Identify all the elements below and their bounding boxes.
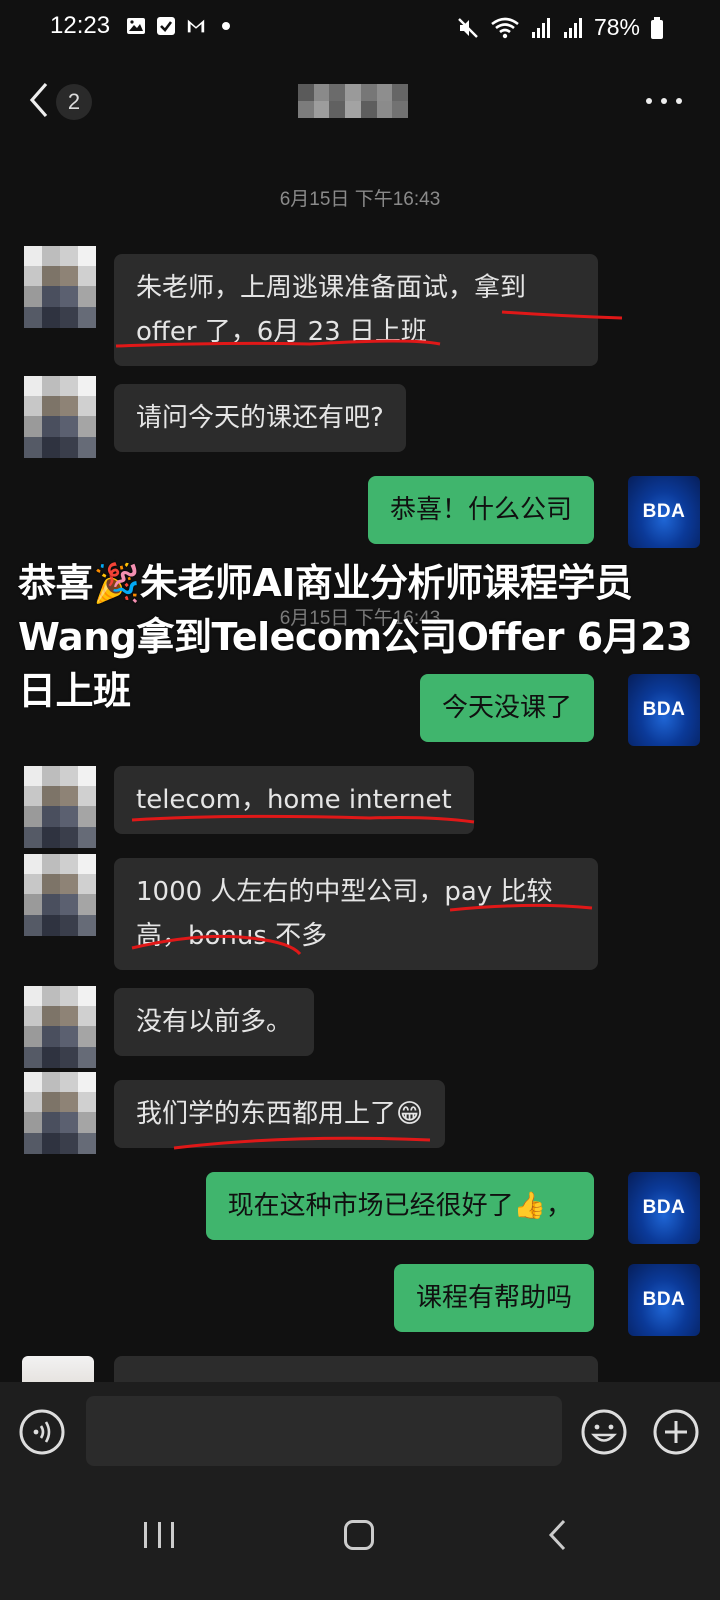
outgoing-message[interactable]: 恭喜！什么公司	[367, 476, 594, 544]
contact-avatar[interactable]	[24, 246, 96, 328]
chat-title-pixelated	[298, 84, 408, 118]
bda-avatar[interactable]: BDA	[628, 1264, 700, 1336]
incoming-message[interactable]: 朱老师，上周逃课准备面试，拿到 offer 了，6月 23 日上班	[114, 254, 598, 366]
status-time: 12:23	[50, 12, 111, 39]
overlay-caption-line: 日上班	[18, 669, 131, 713]
incoming-message[interactable]: telecom，home internet	[114, 766, 474, 834]
incoming-message[interactable]: 我们学的东西都用上了😁	[114, 1080, 446, 1148]
incoming-message[interactable]: 请问今天的课还有吧?	[114, 384, 406, 452]
battery-percent: 78%	[593, 14, 640, 40]
signal-icon	[531, 17, 550, 38]
contact-avatar[interactable]	[24, 854, 96, 936]
message-input[interactable]	[86, 1396, 562, 1466]
gmail-icon	[187, 19, 205, 33]
overlay-caption-line: Wang拿到Telecom公司Offer 6月23	[18, 615, 693, 659]
message-line: offer 了，6月 23 日上班	[136, 317, 427, 347]
more-options-icon[interactable]	[646, 98, 682, 108]
signal-icon	[563, 17, 582, 38]
system-nav-bar	[0, 1480, 720, 1600]
contact-avatar[interactable]	[24, 1072, 96, 1154]
battery-icon	[651, 16, 663, 39]
incoming-message[interactable]: 1000 人左右的中型公司，pay 比较 高，bonus 不多	[114, 858, 598, 970]
overlay-caption-line: 恭喜🎉朱老师AI商业分析师课程学员	[18, 561, 633, 605]
bda-avatar[interactable]: BDA	[628, 1172, 700, 1244]
chat-header: 2	[0, 70, 720, 134]
outgoing-message[interactable]: 现在这种市场已经很好了👍，	[205, 1172, 594, 1240]
emoji-icon[interactable]	[580, 1408, 628, 1456]
status-right: 78%	[456, 14, 664, 41]
status-left-icons	[126, 16, 236, 36]
back-arrow-icon[interactable]	[26, 80, 52, 120]
dot-icon	[222, 22, 230, 30]
status-bar: 12:23 78%	[0, 0, 720, 58]
incoming-message-partial[interactable]	[114, 1356, 598, 1382]
voice-input-icon[interactable]	[18, 1408, 66, 1456]
wifi-icon	[491, 17, 519, 38]
bda-avatar[interactable]: BDA	[628, 476, 700, 548]
incoming-message[interactable]: 没有以前多。	[114, 988, 315, 1056]
nav-back-icon[interactable]	[546, 1518, 570, 1552]
unread-count-badge[interactable]: 2	[56, 84, 92, 120]
overlay-caption: 恭喜🎉朱老师AI商业分析师课程学员 Wang拿到Telecom公司Offer 6…	[18, 556, 708, 718]
contact-avatar[interactable]	[24, 376, 96, 458]
contact-avatar[interactable]	[24, 766, 96, 848]
message-line: 朱老师，上周逃课准备面试，拿到	[136, 273, 527, 303]
contact-avatar[interactable]	[24, 986, 96, 1068]
plus-icon[interactable]	[652, 1408, 700, 1456]
outgoing-message[interactable]: 课程有帮助吗	[393, 1264, 594, 1332]
home-icon[interactable]	[344, 1520, 374, 1550]
message-line: 高，bonus 不多	[136, 921, 328, 951]
image-icon	[127, 18, 145, 34]
mute-icon	[458, 17, 478, 38]
message-timestamp: 6月15日 下午16:43	[279, 189, 441, 210]
input-bar	[0, 1382, 720, 1480]
recent-apps-icon[interactable]	[144, 1522, 174, 1550]
message-line: 1000 人左右的中型公司，pay 比较	[136, 877, 553, 907]
check-icon	[157, 17, 175, 35]
